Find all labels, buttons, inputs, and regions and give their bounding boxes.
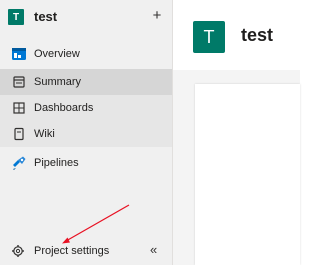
sidebar-item-label: Dashboards [34,102,94,114]
sidebar-item-label: Overview [34,48,80,60]
gear-icon [12,245,24,257]
project-name[interactable]: test [34,9,57,25]
summary-icon [13,76,25,88]
content-card [195,84,300,265]
sidebar-item-pipelines[interactable]: Pipelines [0,150,172,176]
collapse-sidebar-icon[interactable]: « [150,243,157,257]
sidebar-item-label: Pipelines [34,157,79,169]
project-settings-link[interactable]: Project settings [34,244,109,258]
sidebar-item-summary[interactable]: Summary [0,69,172,95]
overview-icon [12,48,26,60]
sidebar-item-wiki[interactable]: Wiki [0,121,172,147]
project-settings-row: Project settings « [0,237,172,265]
sidebar-item-label: Wiki [34,128,55,140]
page-title: test [241,25,274,45]
sidebar-item-label: Summary [34,76,82,88]
add-icon[interactable]: + [150,8,164,23]
sidebar-item-dashboards[interactable]: Dashboards [0,95,172,121]
sidebar-item-overview[interactable]: Overview [0,41,172,67]
wiki-icon [14,127,24,141]
dashboards-icon [13,102,25,114]
main-content [173,70,300,265]
project-header[interactable]: T test + [0,0,172,40]
project-page-header: T test [173,0,300,60]
project-sidebar: T test + Overview Summary Dashboards Wik… [0,0,173,265]
project-avatar: T [8,9,24,25]
project-avatar-large: T [193,21,225,53]
pipelines-icon [13,156,26,170]
